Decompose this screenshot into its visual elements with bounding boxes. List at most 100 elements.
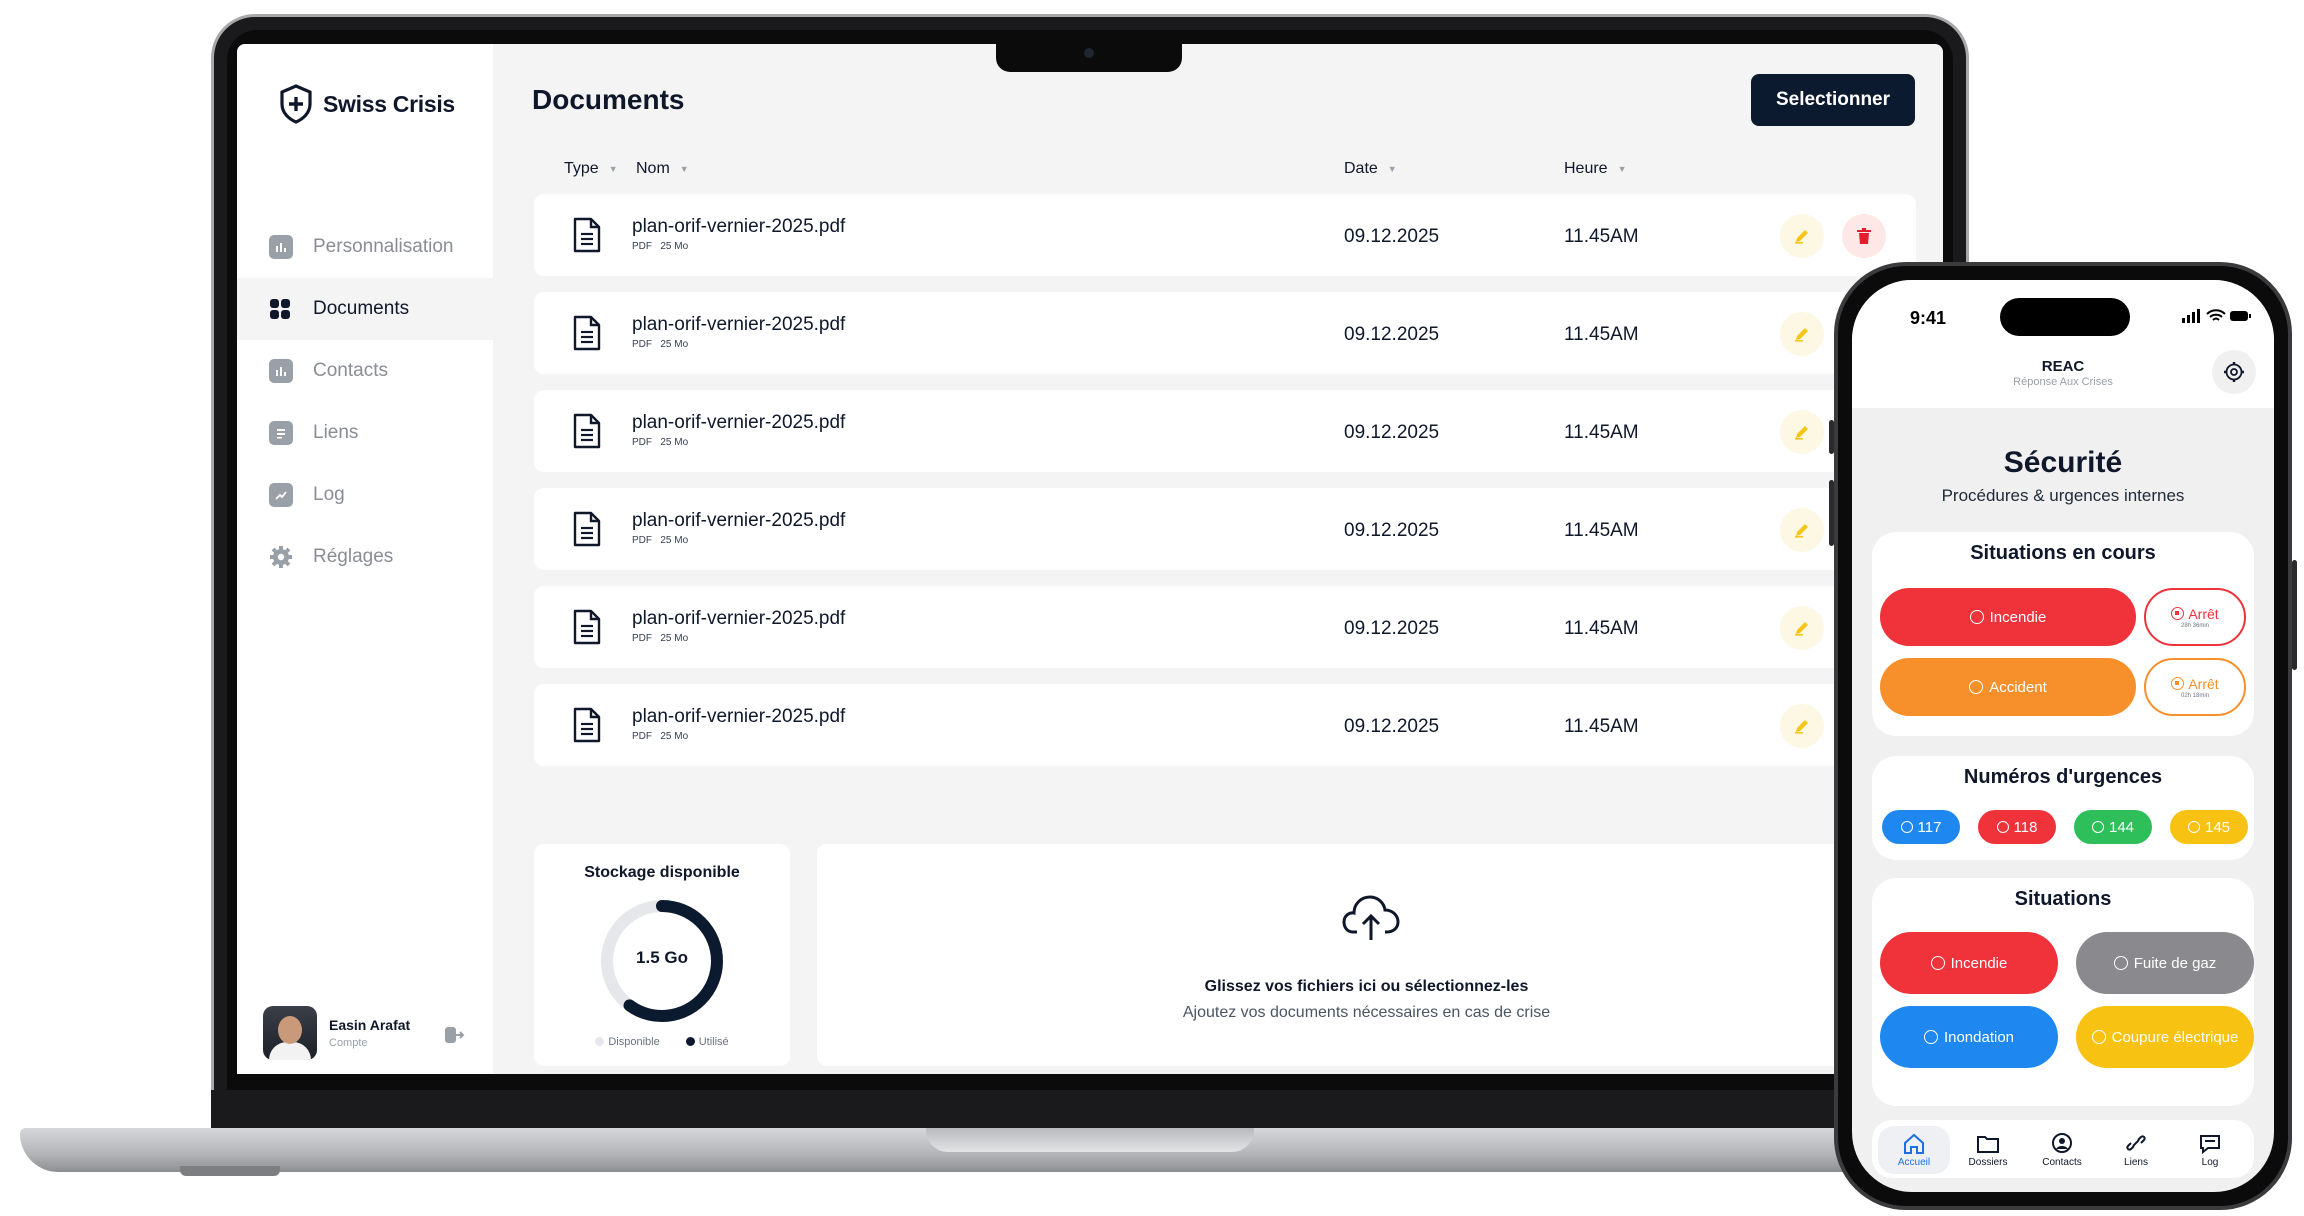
- table-row[interactable]: plan-orif-vernier-2025.pdf PDF 25 Mo 09.…: [534, 488, 1916, 570]
- file-time: 11.45AM: [1564, 324, 1639, 345]
- emergency-number-button[interactable]: 118: [1978, 810, 2056, 844]
- tab-contacts[interactable]: Contacts: [2026, 1126, 2098, 1174]
- situation-button[interactable]: Coupure électrique: [2076, 1006, 2254, 1068]
- message-icon: [2200, 1135, 2220, 1154]
- pencil-icon: [1795, 524, 1808, 538]
- emergency-number-button[interactable]: 144: [2074, 810, 2152, 844]
- trend-icon: [269, 483, 293, 507]
- logout-icon[interactable]: [443, 1024, 465, 1046]
- file-time: 11.45AM: [1564, 226, 1639, 247]
- sidebar-item-log[interactable]: Log: [237, 464, 493, 526]
- emergency-icon: [2187, 821, 2200, 833]
- laptop-foot: [180, 1166, 280, 1176]
- user-profile[interactable]: Easin Arafat Compte: [263, 1006, 473, 1060]
- legend-available: Disponible: [595, 1036, 660, 1048]
- column-header-time[interactable]: Heure ▼: [1564, 160, 1627, 178]
- stop-situation-button[interactable]: Arrêt 28h 36min: [2144, 588, 2246, 646]
- settings-button[interactable]: [2212, 350, 2256, 394]
- sidebar-item-liens[interactable]: Liens: [237, 402, 493, 464]
- phone-screen: 9:41 REAC Réponse Aux Crises Sécurité Pr…: [1852, 280, 2274, 1192]
- brand-logo[interactable]: Swiss Crisis: [279, 84, 455, 124]
- panel-title: Numéros d'urgences: [1963, 766, 2163, 788]
- file-icon: [573, 315, 601, 351]
- select-button[interactable]: Selectionner: [1751, 74, 1915, 126]
- section-heading: Sécurité: [2003, 446, 2123, 479]
- link-icon: [2126, 1135, 2146, 1151]
- panel-title: Situations en cours: [1970, 542, 2156, 564]
- emergency-number-button[interactable]: 145: [2170, 810, 2248, 844]
- situation-pill[interactable]: Accident: [1880, 658, 2136, 716]
- situation-icon: [1923, 1030, 1938, 1044]
- tab-liens[interactable]: Liens: [2100, 1126, 2172, 1174]
- grid-icon: [269, 297, 293, 321]
- status-icons: [2182, 309, 2251, 323]
- table-row[interactable]: plan-orif-vernier-2025.pdf PDF 25 Mo 09.…: [534, 684, 1916, 766]
- sidebar-item-label: Liens: [313, 422, 359, 443]
- camera-icon: [1084, 48, 1094, 58]
- legend-used: Utilisé: [685, 1036, 729, 1048]
- situation-icon: [1930, 956, 1945, 970]
- file-name: plan-orif-vernier-2025.pdf: [632, 314, 846, 335]
- file-icon: [573, 217, 601, 253]
- situation-button[interactable]: Incendie: [1880, 932, 2058, 994]
- app-title: REAC: [2041, 358, 2085, 375]
- file-icon: [573, 609, 601, 645]
- situations-panel: Situations Incendie Fuite de gaz Inondatio…: [1872, 878, 2254, 1106]
- tab-dossiers[interactable]: Dossiers: [1952, 1126, 2024, 1174]
- panel-title: Situations: [2014, 888, 2112, 910]
- situation-button[interactable]: Fuite de gaz: [2076, 932, 2254, 994]
- gear-icon: [2224, 362, 2244, 382]
- brand-name: Swiss Crisis: [323, 90, 455, 117]
- column-header-date[interactable]: Date ▼: [1344, 160, 1397, 178]
- emergency-number-button[interactable]: 117: [1882, 810, 1960, 844]
- sidebar-item-contacts[interactable]: Contacts: [237, 340, 493, 402]
- sidebar-item-personnalisation[interactable]: Personnalisation: [237, 216, 493, 278]
- user-icon: [2052, 1133, 2072, 1153]
- sidebar-item-reglages[interactable]: Réglages: [237, 526, 493, 588]
- edit-button[interactable]: [1780, 508, 1824, 552]
- situation-icon: [1969, 610, 1984, 624]
- user-name: Easin Arafat: [329, 1017, 411, 1033]
- situation-icon: [1969, 680, 1984, 694]
- sidebar-item-documents[interactable]: Documents: [237, 278, 493, 340]
- file-time: 11.45AM: [1564, 422, 1639, 443]
- sidebar-item-label: Réglages: [313, 546, 394, 567]
- app-subtitle: Réponse Aux Crises: [2013, 376, 2113, 388]
- tab-log[interactable]: Log: [2174, 1126, 2246, 1174]
- emergency-numbers-panel: Numéros d'urgences 117 118 144 145: [1872, 756, 2254, 860]
- status-time: 9:41: [1910, 308, 1947, 328]
- tab-accueil[interactable]: Accueil: [1878, 1126, 1950, 1174]
- edit-button[interactable]: [1780, 704, 1824, 748]
- table-row[interactable]: plan-orif-vernier-2025.pdf PDF 25 Mo 09.…: [534, 390, 1916, 472]
- user-role: Compte: [329, 1037, 368, 1049]
- upload-dropzone[interactable]: Glissez vos fichiers ici ou sélectionnez…: [817, 844, 1943, 1066]
- section-subheading: Procédures & urgences internes: [1941, 486, 2185, 505]
- delete-button[interactable]: [1842, 214, 1886, 258]
- file-date: 09.12.2025: [1344, 716, 1440, 737]
- edit-button[interactable]: [1780, 312, 1824, 356]
- situation-pill[interactable]: Incendie: [1880, 588, 2136, 646]
- edit-button[interactable]: [1780, 214, 1824, 258]
- file-icon: [573, 511, 601, 547]
- situation-button[interactable]: Inondation: [1880, 1006, 2058, 1068]
- sidebar-item-label: Documents: [313, 298, 410, 319]
- stop-situation-button[interactable]: Arrêt 02h 18min: [2144, 658, 2246, 716]
- gear-icon: [269, 545, 293, 569]
- column-header-name[interactable]: Nom ▼: [636, 160, 689, 178]
- file-date: 09.12.2025: [1344, 618, 1440, 639]
- file-name: plan-orif-vernier-2025.pdf: [632, 216, 846, 237]
- edit-button[interactable]: [1780, 410, 1824, 454]
- file-meta: PDF 25 Mo: [632, 731, 689, 742]
- table-row[interactable]: plan-orif-vernier-2025.pdf PDF 25 Mo 09.…: [534, 194, 1916, 276]
- file-name: plan-orif-vernier-2025.pdf: [632, 706, 846, 727]
- column-header-type[interactable]: Type ▼: [564, 160, 618, 178]
- edit-button[interactable]: [1780, 606, 1824, 650]
- laptop-groove: [926, 1128, 1254, 1152]
- file-time: 11.45AM: [1564, 716, 1639, 737]
- table-row[interactable]: plan-orif-vernier-2025.pdf PDF 25 Mo 09.…: [534, 586, 1916, 668]
- pencil-icon: [1795, 426, 1808, 440]
- pencil-icon: [1795, 720, 1808, 734]
- emergency-icon: [1996, 821, 2009, 833]
- current-situations-panel: Situations en cours Incendie Arrêt 28h 36m…: [1872, 532, 2254, 736]
- table-row[interactable]: plan-orif-vernier-2025.pdf PDF 25 Mo 09.…: [534, 292, 1916, 374]
